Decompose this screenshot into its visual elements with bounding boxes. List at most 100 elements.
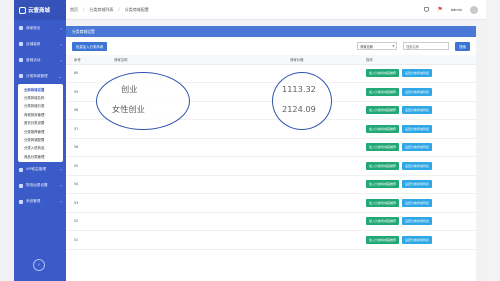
submenu-item[interactable]: 分类入驻商品	[18, 144, 63, 152]
sidebar: 云壹商城 商家首页 › 店铺装修 › 营销活动 › 分类商城管理 ⌄ 全部商城设…	[14, 0, 66, 281]
set-list-button[interactable]: 设置分类商城列表	[402, 124, 433, 133]
select-value: 商家名称	[360, 44, 373, 49]
table-row: 54 加入分类商城首推荐 设置分类商城列表	[66, 175, 476, 194]
row-index: 53	[66, 193, 106, 213]
add-recommend-button[interactable]: 加入分类商城首推荐	[366, 87, 400, 96]
add-recommend-button[interactable]: 加入分类商城首推荐	[366, 198, 400, 207]
add-recommend-button[interactable]: 加入分类商城首推荐	[366, 235, 400, 244]
submenu-item[interactable]: 分类推荐管理	[18, 127, 63, 135]
sidebar-item-label: VIP权益管理	[26, 167, 47, 172]
sidebar-item-label: 物流运费设置	[26, 183, 48, 188]
add-recommend-button[interactable]: 加入分类商城首推荐	[366, 69, 400, 78]
row-index: 57	[66, 119, 106, 139]
toolbar: 批量加入分类商城 商家名称 ▾ 搜索名称 搜索	[66, 37, 476, 55]
highlight-text: 创业	[121, 84, 138, 94]
sidebar-item-marketing[interactable]: 营销活动 ›	[14, 52, 66, 68]
add-recommend-button[interactable]: 加入分类商城首推荐	[366, 124, 400, 133]
search-bar: 商家名称 ▾ 搜索名称 搜索	[357, 41, 470, 51]
avatar[interactable]	[470, 5, 478, 14]
submenu-item[interactable]: 商城排序管理	[18, 110, 63, 118]
add-recommend-button[interactable]: 加入分类商城首推荐	[366, 143, 400, 152]
sidebar-item-category-mall[interactable]: 分类商城管理 ⌄	[14, 68, 66, 84]
column-header: 序号	[66, 55, 106, 65]
row-actions: 加入分类商城首推荐 设置分类商城列表	[358, 156, 476, 176]
row-actions: 加入分类商城首推荐 设置分类商城列表	[358, 212, 476, 231]
sidebar-item-label: 营销活动	[26, 57, 41, 62]
sidebar-item-decoration[interactable]: 店铺装修 ›	[14, 36, 66, 52]
breadcrumb: 首页 / 分类商城列表 / 分类商城配置	[70, 7, 149, 13]
flag-icon[interactable]: ⚑	[437, 6, 442, 13]
row-name	[106, 138, 282, 157]
sidebar-item-label: 分类商城管理	[26, 73, 48, 78]
row-price	[282, 212, 358, 231]
search-button[interactable]: 搜索	[455, 41, 470, 51]
set-list-button[interactable]: 设置分类商城列表	[402, 217, 433, 226]
grid-icon	[19, 74, 23, 78]
set-list-button[interactable]: 设置分类商城列表	[402, 180, 433, 189]
set-list-button[interactable]: 设置分类商城列表	[402, 161, 433, 170]
set-list-button[interactable]: 设置分类商城列表	[402, 87, 433, 96]
sidebar-item-label: 店铺装修	[26, 41, 41, 46]
add-recommend-button[interactable]: 加入分类商城首推荐	[366, 161, 400, 170]
panel-title: 分类商城设置	[66, 26, 476, 37]
sidebar-item-home[interactable]: 商家首页 ›	[14, 20, 66, 36]
breadcrumb-separator: /	[118, 7, 120, 12]
set-list-button[interactable]: 设置分类商城列表	[402, 69, 433, 78]
row-index: 51	[66, 230, 106, 250]
submenu-item[interactable]: 分类商城配置	[18, 135, 63, 143]
username[interactable]: admin	[451, 8, 462, 12]
logo-text: 云壹商城	[28, 8, 51, 14]
collapse-sidebar-button[interactable]: ‹	[33, 259, 45, 271]
logo-icon	[19, 6, 26, 14]
truck-icon	[19, 183, 23, 188]
page-scrollbar[interactable]	[486, 0, 500, 281]
sidebar-item-system[interactable]: 系统管理 ›	[14, 194, 66, 210]
set-list-button[interactable]: 设置分类商城列表	[402, 198, 433, 207]
breadcrumb-item: 分类商城配置	[124, 6, 149, 12]
chevron-left-icon: ‹	[38, 262, 40, 268]
submenu-item[interactable]: 全部商城设置	[18, 85, 63, 93]
bell-icon[interactable]	[424, 7, 430, 12]
chevron-right-icon: ›	[60, 41, 62, 47]
row-name	[106, 175, 282, 194]
set-list-button[interactable]: 设置分类商城列表	[402, 106, 433, 115]
add-recommend-button[interactable]: 加入分类商城首推荐	[366, 106, 400, 115]
submenu-item[interactable]: 首页分类设置	[18, 119, 63, 127]
table-row: 52 加入分类商城首推荐 设置分类商城列表	[66, 212, 476, 231]
row-index: 55	[66, 156, 106, 176]
row-name	[106, 230, 282, 250]
submenu-item[interactable]: 商品分类管理	[18, 152, 63, 160]
add-recommend-button[interactable]: 加入分类商城首推荐	[366, 217, 400, 226]
header-actions: ⚑ admin	[424, 5, 478, 14]
top-header: 首页 / 分类商城列表 / 分类商城配置 ⚑ admin	[66, 0, 486, 20]
shop-icon	[19, 42, 23, 46]
highlight-text: 女性创业	[112, 104, 145, 114]
table-row: 56 加入分类商城首推荐 设置分类商城列表	[66, 138, 476, 157]
breadcrumb-item[interactable]: 分类商城列表	[89, 7, 113, 13]
row-actions: 加入分类商城首推荐 设置分类商城列表	[358, 175, 476, 194]
sidebar-item-shipping[interactable]: 物流运费设置 ›	[14, 178, 66, 194]
submenu-item[interactable]: 分类商城分类	[18, 102, 63, 110]
highlight-circle-left	[96, 72, 190, 130]
table-header-row: 序号 商家名称 商家价格 操作	[66, 55, 476, 65]
gear-icon	[19, 199, 23, 204]
search-field-select[interactable]: 商家名称 ▾	[357, 42, 398, 50]
chevron-right-icon: ›	[60, 57, 62, 63]
column-header: 商家名称	[106, 55, 282, 65]
sidebar-item-vip[interactable]: VIP权益管理 ›	[14, 162, 66, 178]
table-row: 51 加入分类商城首推荐 设置分类商城列表	[66, 230, 476, 250]
row-name	[106, 156, 282, 176]
table-row: 55 加入分类商城首推荐 设置分类商城列表	[66, 156, 476, 176]
search-input[interactable]: 搜索名称	[403, 42, 450, 50]
logo: 云壹商城	[14, 0, 66, 20]
row-actions: 加入分类商城首推荐 设置分类商城列表	[358, 138, 476, 157]
add-recommend-button[interactable]: 加入分类商城首推荐	[366, 180, 400, 189]
set-list-button[interactable]: 设置分类商城列表	[402, 235, 433, 244]
submenu-item[interactable]: 分类商城名称	[18, 93, 63, 101]
crown-icon	[19, 167, 23, 172]
set-list-button[interactable]: 设置分类商城列表	[402, 143, 433, 152]
batch-add-button[interactable]: 批量加入分类商城	[72, 41, 108, 51]
row-actions: 加入分类商城首推荐 设置分类商城列表	[358, 82, 476, 102]
breadcrumb-item[interactable]: 首页	[70, 7, 78, 13]
column-header: 商家价格	[282, 55, 358, 65]
